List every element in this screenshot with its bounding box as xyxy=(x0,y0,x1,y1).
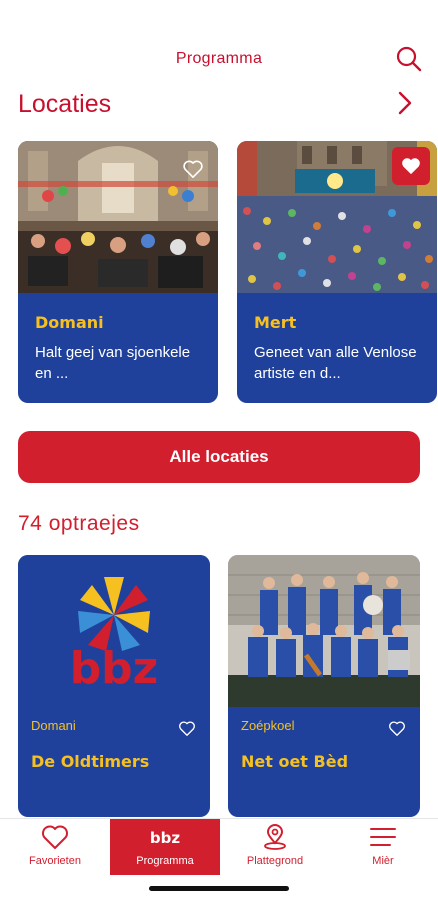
svg-text:bbz: bbz xyxy=(150,829,180,847)
favorite-heart-icon[interactable] xyxy=(182,159,204,179)
search-button[interactable] xyxy=(394,44,424,74)
acts-count-title: 74 optraejes xyxy=(18,512,140,535)
chevron-right-icon[interactable] xyxy=(394,90,416,116)
page-title: Programma xyxy=(175,50,263,67)
location-name: Domani xyxy=(35,313,104,332)
location-card-mert[interactable]: Mert Geneet van alle Venlose artiste en … xyxy=(237,141,437,403)
tab-label: Plattegrond xyxy=(246,855,304,867)
bbz-logo-icon: bbz xyxy=(150,829,180,847)
bbz-logo-image: bbz xyxy=(18,555,210,707)
svg-text:bbz: bbz xyxy=(70,643,159,694)
favorite-heart-icon[interactable] xyxy=(178,720,196,737)
band-photo xyxy=(228,555,420,707)
tab-programma[interactable]: bbz Programma xyxy=(110,819,220,875)
map-pin-icon xyxy=(264,824,286,850)
locations-header: Locaties xyxy=(18,88,424,124)
act-location: Zoépkoel xyxy=(241,718,295,733)
tab-mier[interactable]: Mièr xyxy=(328,819,438,875)
heart-icon xyxy=(42,825,68,849)
location-description: Halt geej van sjoenkele en ... xyxy=(35,344,191,382)
location-description: Geneet van alle Venlose artiste en d... xyxy=(254,344,417,382)
tab-plattegrond[interactable]: Plattegrond xyxy=(220,819,330,875)
header: Programma xyxy=(0,40,438,80)
location-name: Mert xyxy=(254,313,297,332)
act-location: Domani xyxy=(31,718,76,733)
all-locations-button[interactable]: Alle locaties xyxy=(18,431,420,483)
bottom-tab-bar: Favorieten bbz Programma Plattegrond Miè… xyxy=(0,818,438,875)
heart-filled-icon xyxy=(402,158,420,175)
locations-title: Locaties xyxy=(18,90,112,118)
tab-favorieten[interactable]: Favorieten xyxy=(0,819,110,875)
act-name: Net oet Bèd xyxy=(241,752,349,771)
home-indicator xyxy=(149,886,289,891)
tab-label: Favorieten xyxy=(29,855,81,867)
act-card-de-oldtimers[interactable]: bbz Domani De Oldtimers xyxy=(18,555,210,817)
tab-label: Programma xyxy=(136,855,194,867)
favorite-button[interactable] xyxy=(392,147,430,185)
tab-label: Mièr xyxy=(372,855,394,867)
act-name: De Oldtimers xyxy=(31,752,150,771)
location-card-domani[interactable]: Domani Halt geej van sjoenkele en ... xyxy=(18,141,218,403)
act-card-net-oet-bed[interactable]: Zoépkoel Net oet Bèd xyxy=(228,555,420,817)
menu-icon xyxy=(370,828,396,846)
favorite-heart-icon[interactable] xyxy=(388,720,406,737)
search-icon xyxy=(396,46,422,72)
